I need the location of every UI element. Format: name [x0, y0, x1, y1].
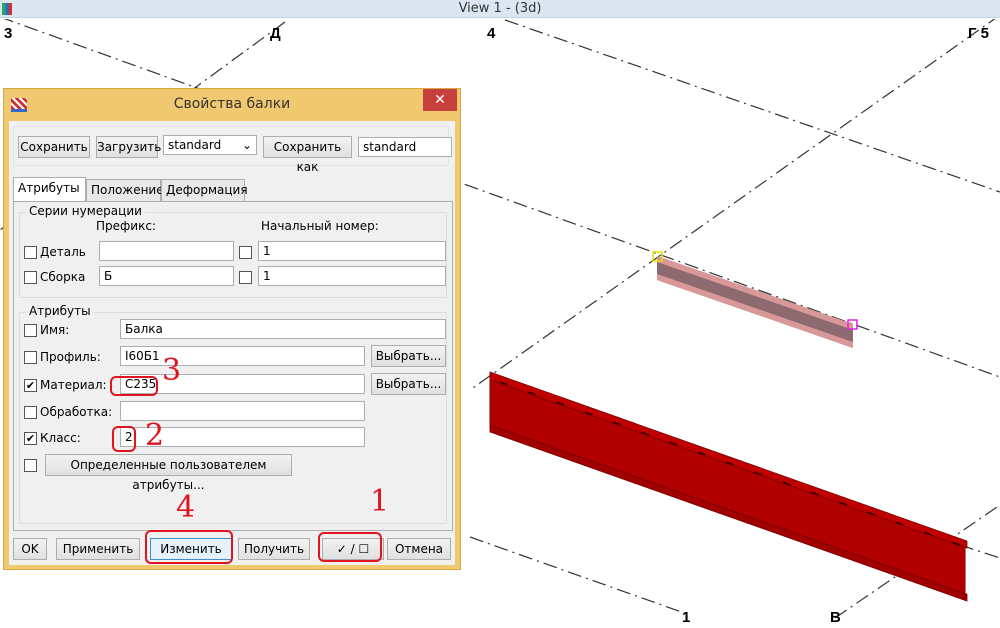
grid-label-3: 3 — [4, 25, 12, 42]
grid-line-1 — [469, 536, 691, 616]
part-start-checkbox[interactable] — [239, 246, 252, 259]
class-checkbox[interactable]: ✔ — [24, 432, 37, 445]
name-label: Имя: — [40, 323, 70, 337]
select-material-button[interactable]: Выбрать... — [371, 373, 446, 395]
profile-input[interactable]: I60Б1 — [120, 346, 365, 366]
grid-label-g5: Г 5 — [968, 25, 989, 42]
save-as-button[interactable]: Сохранить как — [263, 136, 352, 174]
window-title: View 1 - (3d) — [458, 1, 542, 16]
grid-label-v: В — [830, 609, 841, 626]
ok-button[interactable]: OK — [13, 538, 47, 560]
selected-beam — [652, 251, 858, 348]
grid-label-1: 1 — [682, 609, 690, 626]
numbering-group: Серии нумерации Префикс: Начальный номер… — [19, 204, 447, 298]
cancel-button[interactable]: Отмена — [387, 538, 451, 560]
red-beam — [489, 371, 968, 602]
window-titlebar: View 1 - (3d) — [0, 0, 1000, 18]
start-number-header: Начальный номер: — [261, 219, 379, 233]
grid-label-d: Д — [270, 25, 281, 42]
udf-checkbox[interactable] — [24, 459, 37, 472]
grid-line-4 — [504, 19, 1000, 193]
part-checkbox[interactable] — [24, 246, 37, 259]
assembly-prefix-input[interactable]: Б — [99, 266, 234, 286]
material-label: Материал: — [40, 378, 107, 392]
tab-panel: Серии нумерации Префикс: Начальный номер… — [13, 201, 453, 531]
tab-position[interactable]: Положение — [86, 179, 164, 201]
get-button[interactable]: Получить — [238, 538, 310, 560]
toggle-highlight — [318, 532, 382, 562]
preset-value: standard — [168, 138, 222, 152]
load-button[interactable]: Загрузить — [96, 136, 161, 158]
select-profile-button[interactable]: Выбрать... — [371, 345, 446, 367]
name-checkbox[interactable] — [24, 324, 37, 337]
tab-bar: Атрибуты Положение Деформация — [13, 177, 453, 203]
save-button[interactable]: Сохранить — [18, 136, 90, 158]
profile-label: Профиль: — [40, 350, 101, 364]
preset-select[interactable]: standard ⌄ — [163, 135, 257, 155]
toolbar-group: Сохранить Загрузить standard ⌄ Сохранить … — [13, 126, 452, 174]
part-prefix-input[interactable] — [99, 241, 234, 261]
attributes-title: Атрибуты — [26, 304, 94, 318]
beam-properties-dialog: Свойства балки ✕ Сохранить Загрузить sta… — [3, 88, 461, 570]
grid-label-4: 4 — [487, 25, 496, 42]
assembly-start-input[interactable]: 1 — [258, 266, 446, 286]
annotation-1: 1 — [370, 484, 390, 519]
material-checkbox[interactable]: ✔ — [24, 379, 37, 392]
dialog-titlebar[interactable]: Свойства балки ✕ — [4, 89, 460, 121]
part-label: Деталь — [40, 245, 86, 259]
annotation-3: 3 — [162, 353, 182, 388]
user-defined-attributes-button[interactable]: Определенные пользователем атрибуты... — [45, 454, 292, 492]
grid-line-G — [469, 19, 996, 391]
class-highlight — [112, 426, 136, 452]
annotation-4: 4 — [176, 490, 196, 525]
profile-checkbox[interactable] — [24, 351, 37, 364]
assembly-start-checkbox[interactable] — [239, 271, 252, 284]
class-label: Класс: — [40, 431, 81, 445]
numbering-title: Серии нумерации — [26, 204, 145, 218]
material-highlight — [110, 376, 158, 396]
finish-checkbox[interactable] — [24, 406, 37, 419]
name-input[interactable]: Балка — [120, 319, 446, 339]
part-start-input[interactable]: 1 — [258, 241, 446, 261]
assembly-label: Сборка — [40, 270, 86, 284]
close-button[interactable]: ✕ — [423, 89, 457, 111]
modify-highlight — [145, 530, 233, 564]
chevron-down-icon: ⌄ — [241, 138, 252, 152]
apply-button[interactable]: Применить — [56, 538, 140, 560]
save-as-name-input[interactable]: standard — [358, 137, 452, 157]
assembly-checkbox[interactable] — [24, 271, 37, 284]
annotation-2: 2 — [145, 418, 165, 453]
prefix-header: Префикс: — [96, 219, 156, 233]
finish-label: Обработка: — [40, 405, 113, 419]
tab-deformation[interactable]: Деформация — [161, 179, 248, 201]
dialog-title: Свойства балки — [173, 96, 291, 112]
tab-attributes[interactable]: Атрибуты — [13, 177, 86, 201]
